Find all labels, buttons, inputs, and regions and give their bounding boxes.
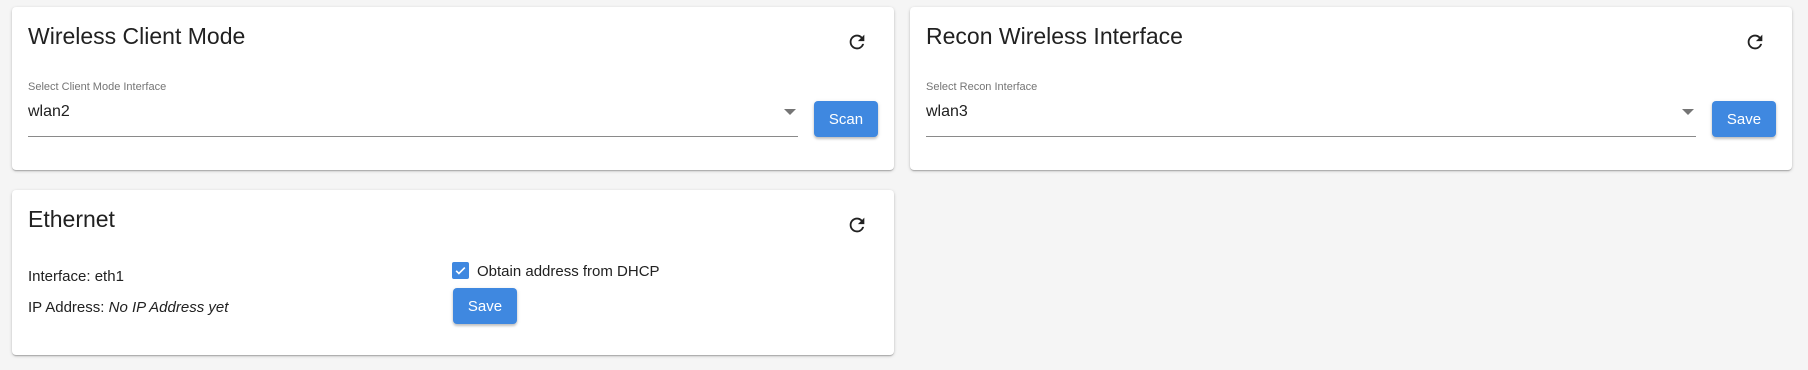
ethernet-card: Ethernet Interface: eth1 IP Address: No … xyxy=(12,190,894,355)
check-icon xyxy=(455,266,466,275)
ip-address-row: IP Address: No IP Address yet xyxy=(28,299,228,316)
recon-interface-select[interactable]: Select Recon Interface wlan3 xyxy=(926,81,1696,137)
ip-address-label: IP Address: xyxy=(28,299,105,316)
refresh-icon xyxy=(849,217,865,233)
chevron-down-icon xyxy=(784,109,796,115)
interface-row: Interface: eth1 xyxy=(28,268,124,285)
ip-address-value: No IP Address yet xyxy=(108,299,229,316)
client-interface-select[interactable]: Select Client Mode Interface wlan2 xyxy=(28,81,798,137)
recon-save-button[interactable]: Save xyxy=(1712,101,1776,137)
chevron-down-icon xyxy=(1682,109,1694,115)
wireless-client-title: Wireless Client Mode xyxy=(28,23,246,49)
recon-wireless-title: Recon Wireless Interface xyxy=(926,23,1183,49)
refresh-icon xyxy=(849,34,865,50)
refresh-icon xyxy=(1747,34,1763,50)
recon-wireless-card: Recon Wireless Interface Select Recon In… xyxy=(910,7,1792,170)
ethernet-refresh-button[interactable] xyxy=(839,207,875,243)
client-interface-select-value: wlan2 xyxy=(28,103,70,120)
wireless-client-refresh-button[interactable] xyxy=(839,24,875,60)
recon-wireless-refresh-button[interactable] xyxy=(1737,24,1773,60)
ethernet-save-button[interactable]: Save xyxy=(453,288,517,324)
select-underline xyxy=(28,136,798,137)
client-interface-select-label: Select Client Mode Interface xyxy=(28,81,167,93)
ethernet-title: Ethernet xyxy=(28,206,115,232)
interface-label: Interface: xyxy=(28,268,91,285)
wireless-client-card: Wireless Client Mode Select Client Mode … xyxy=(12,7,894,170)
recon-interface-select-value: wlan3 xyxy=(926,103,968,120)
select-underline xyxy=(926,136,1696,137)
dhcp-checkbox[interactable] xyxy=(452,262,469,279)
recon-interface-select-label: Select Recon Interface xyxy=(926,81,1038,93)
dhcp-label[interactable]: Obtain address from DHCP xyxy=(477,263,660,280)
interface-value: eth1 xyxy=(94,268,124,285)
scan-button[interactable]: Scan xyxy=(814,101,878,137)
